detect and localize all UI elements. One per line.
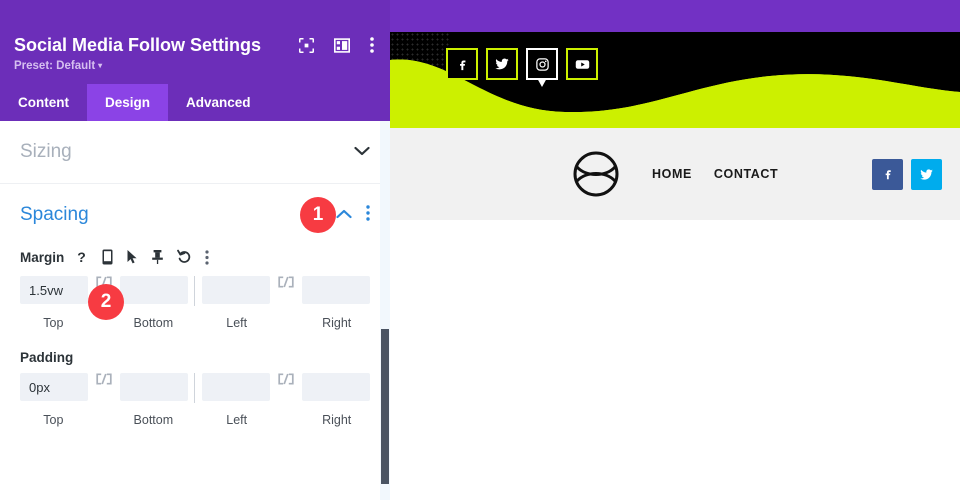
margin-field-group: Margin ? 1.5vw Top Bottom Left Right	[20, 246, 370, 334]
margin-right-caption: Right	[322, 316, 352, 330]
chevron-down-icon: ▾	[98, 61, 103, 71]
social-button-twitter[interactable]	[486, 48, 518, 80]
more-options-icon[interactable]	[370, 37, 374, 53]
margin-bottom-caption: Bottom	[133, 316, 174, 330]
tab-design[interactable]: Design	[87, 84, 169, 121]
circle-logo-icon	[573, 151, 619, 197]
social-button-facebook[interactable]	[446, 48, 478, 80]
app-root: Edit Global Header Layout	[0, 0, 960, 500]
social-button-instagram[interactable]	[526, 48, 558, 87]
youtube-icon	[575, 59, 589, 69]
cursor-hover-icon[interactable]	[126, 249, 138, 265]
padding-field-group: Padding 0px Top Bottom Left Right	[20, 350, 370, 431]
padding-right-caption: Right	[322, 413, 352, 427]
reset-undo-icon[interactable]	[177, 249, 192, 265]
chevron-up-icon[interactable]	[336, 206, 352, 224]
padding-top-input[interactable]	[20, 373, 88, 401]
margin-top-input[interactable]	[20, 276, 88, 304]
padding-bottom-input[interactable]	[119, 373, 188, 401]
twitter-icon	[920, 168, 933, 180]
more-options-icon[interactable]	[366, 204, 370, 226]
settings-tabs: Content Design Advanced	[0, 84, 390, 121]
twitter-icon	[495, 58, 509, 70]
padding-captions: Top Bottom Left Right	[20, 403, 370, 427]
more-options-icon[interactable]	[205, 249, 209, 265]
preview-banner	[390, 32, 960, 120]
margin-captions: Top Bottom Left Right	[20, 306, 370, 330]
margin-top-caption: Top	[43, 316, 64, 330]
settings-panel-header: Social Media Follow Settings Preset: Def…	[0, 0, 390, 84]
margin-bottom-input[interactable]	[119, 276, 188, 304]
field-divider	[193, 373, 195, 403]
broken-link-icon[interactable]	[270, 373, 302, 385]
social-follow-module	[446, 48, 598, 87]
step-badge-2: 2	[88, 284, 124, 320]
chevron-down-icon[interactable]	[354, 143, 370, 161]
margin-inputs	[20, 276, 370, 306]
social-button-youtube[interactable]	[566, 48, 598, 80]
padding-left-input[interactable]	[202, 373, 271, 401]
tab-content[interactable]: Content	[0, 84, 87, 121]
nav-link-home[interactable]: HOME	[652, 167, 692, 181]
margin-tool-icons: ?	[74, 249, 209, 265]
help-icon[interactable]: ?	[74, 249, 89, 265]
lime-divider-strip	[390, 120, 960, 128]
facebook-icon	[459, 60, 465, 70]
section-sizing: Sizing	[0, 121, 390, 184]
module-settings-panel: Social Media Follow Settings Preset: Def…	[0, 0, 390, 500]
section-spacing-title: Spacing	[20, 204, 89, 225]
tab-advanced[interactable]: Advanced	[168, 84, 269, 121]
section-sizing-header[interactable]: Sizing	[20, 121, 370, 183]
broken-link-icon[interactable]	[88, 373, 120, 385]
header-social-facebook[interactable]	[872, 158, 903, 190]
step-badge-1: 1	[300, 197, 336, 233]
site-logo[interactable]	[572, 150, 620, 203]
header-social-buttons	[872, 128, 942, 220]
field-divider	[193, 276, 195, 306]
settings-panel-title: Social Media Follow Settings	[14, 35, 262, 55]
svg-text:?: ?	[77, 249, 86, 265]
site-nav: HOME CONTACT	[652, 128, 778, 220]
padding-right-input[interactable]	[301, 373, 370, 401]
spacing-controls: 2 Margin ? 1.5vw Top Bottom Left Right P…	[20, 246, 370, 451]
broken-link-icon[interactable]	[270, 276, 302, 288]
section-spacing: Spacing 1 2 Margin ? 1.5vw Top Bottom Le…	[0, 184, 390, 451]
section-spacing-header[interactable]: Spacing 1	[20, 184, 370, 246]
padding-inputs	[20, 373, 370, 403]
selection-pointer	[537, 78, 547, 87]
facebook-icon	[885, 170, 891, 180]
padding-bottom-caption: Bottom	[133, 413, 174, 427]
preset-label: Preset: Default	[14, 60, 96, 72]
mobile-responsive-icon[interactable]	[102, 249, 113, 265]
panel-scrollbar-thumb[interactable]	[381, 329, 389, 484]
margin-label: Margin	[20, 249, 65, 265]
header-social-twitter[interactable]	[911, 158, 942, 190]
padding-left-caption: Left	[226, 413, 248, 427]
site-header-row: HOME CONTACT	[390, 128, 960, 220]
instagram-icon	[535, 57, 549, 71]
padding-label: Padding	[20, 350, 74, 365]
panel-layout-icon[interactable]	[334, 37, 350, 53]
preset-dropdown[interactable]: Preset: Default ▾	[14, 60, 102, 72]
page-preview: HOME CONTACT	[390, 32, 960, 500]
margin-left-caption: Left	[226, 316, 248, 330]
settings-scroll-body: Sizing Spacing 1 2 Margin ? 1.5vw Top Bo…	[0, 121, 390, 500]
nav-link-contact[interactable]: CONTACT	[714, 167, 778, 181]
padding-top-caption: Top	[43, 413, 64, 427]
section-sizing-title: Sizing	[20, 141, 72, 162]
settings-header-actions	[299, 37, 376, 53]
focus-frame-icon[interactable]	[299, 37, 314, 53]
panel-scrollbar-track[interactable]	[380, 121, 390, 500]
pin-icon[interactable]	[151, 249, 164, 265]
margin-right-input[interactable]	[301, 276, 370, 304]
preview-page-body	[390, 220, 960, 500]
margin-left-input[interactable]	[202, 276, 271, 304]
